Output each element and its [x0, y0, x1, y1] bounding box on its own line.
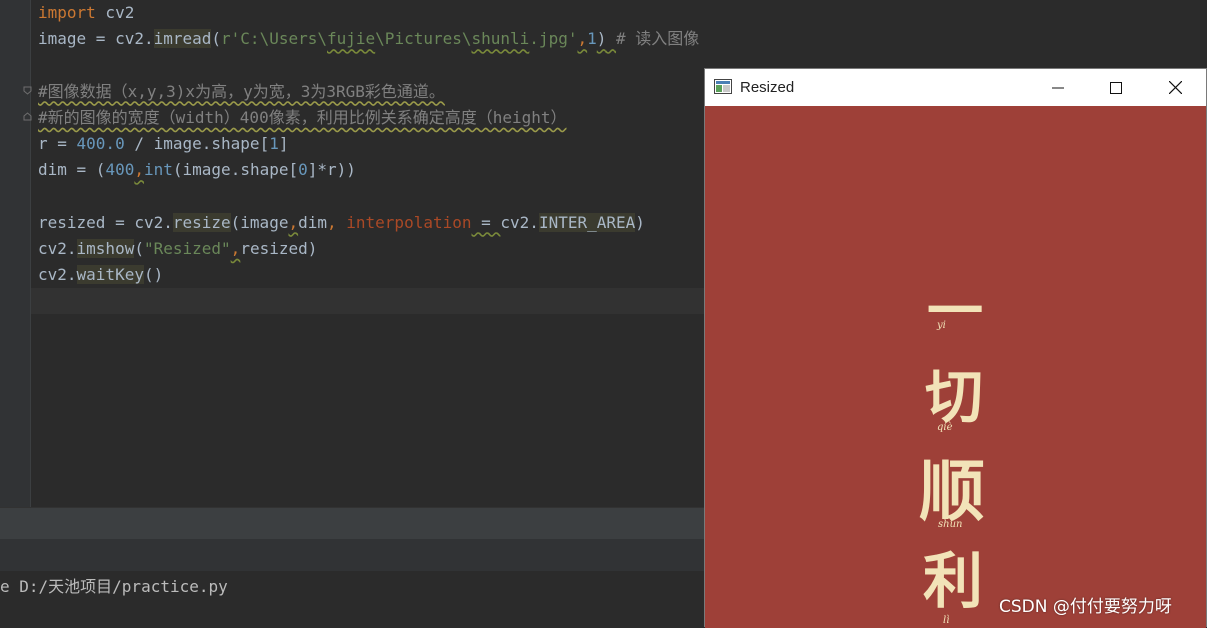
code-line[interactable]: r = 400.0 / image.shape[1]: [38, 131, 288, 157]
code-token: (image: [230, 212, 289, 232]
image-char-shun: 顺: [919, 452, 985, 530]
code-token: waitKey: [76, 265, 144, 284]
resized-window[interactable]: Resized 一 yi 切 qiè 顺 shùn 利 lì: [704, 68, 1207, 628]
code-token: ]: [278, 134, 289, 153]
code-line[interactable]: #图像数据（x,y,3)x为高，y为宽，3为3RGB彩色通道。: [38, 79, 445, 105]
code-line[interactable]: cv2.imshow("Resized",resized): [38, 236, 317, 262]
maximize-icon: [1110, 81, 1122, 94]
csdn-watermark: CSDN @付付要努力呀: [999, 597, 1172, 617]
code-token: r'C:\Users\: [221, 29, 327, 49]
image-pinyin-shun: shùn: [938, 519, 963, 530]
minimize-icon: [1052, 87, 1064, 88]
image-pinyin-li: lì: [943, 615, 950, 626]
window-title: Resized: [740, 79, 795, 96]
image-pinyin-yi: yi: [937, 320, 946, 331]
code-token: / image.shape[: [124, 134, 270, 153]
maximize-button[interactable]: [1087, 69, 1145, 106]
code-token: cv2.: [38, 238, 77, 258]
window-titlebar[interactable]: Resized: [705, 69, 1206, 106]
code-token: dim = (: [38, 160, 106, 180]
code-token: image = cv2.: [38, 29, 154, 49]
fold-marker-icon[interactable]: [23, 86, 32, 95]
code-line[interactable]: import cv2: [38, 0, 134, 26]
code-token: fujie: [327, 29, 376, 49]
code-token: imshow: [76, 238, 135, 258]
code-token: INTER_AREA: [538, 212, 636, 232]
code-line[interactable]: dim = (400,int(image.shape[0]*r)): [38, 157, 356, 183]
displayed-image: 一 yi 切 qiè 顺 shùn 利 lì: [705, 106, 1206, 628]
code-line[interactable]: image = cv2.imread(r'C:\Users\fujie\Pict…: [38, 26, 699, 52]
code-token: ): [635, 212, 645, 232]
window-app-icon: [714, 79, 732, 94]
code-token: ,: [230, 238, 241, 258]
code-token: dim: [298, 212, 327, 232]
code-token: interpolation: [346, 212, 472, 232]
code-token: ,: [134, 160, 144, 180]
code-token: =: [471, 212, 501, 232]
code-token: ,: [577, 29, 588, 49]
code-token: 1: [269, 134, 279, 153]
code-token: #新的图像的宽度（width）400像素，利用比例关系确定高度（height）: [38, 107, 567, 127]
code-token: (: [211, 29, 222, 49]
code-token: ,: [288, 212, 299, 232]
minimize-button[interactable]: [1029, 69, 1087, 106]
code-line[interactable]: cv2.waitKey(): [38, 262, 163, 288]
code-token: resized = cv2.: [38, 212, 173, 232]
code-token: ,: [327, 212, 347, 232]
fold-end-icon[interactable]: [23, 112, 32, 121]
code-token: .jpg': [529, 29, 578, 49]
code-token: cv2: [95, 3, 135, 22]
code-line[interactable]: #新的图像的宽度（width）400像素，利用比例关系确定高度（height）: [38, 105, 567, 131]
code-token: (: [134, 238, 144, 258]
code-token: 400.0: [76, 134, 125, 153]
editor-gutter[interactable]: [0, 0, 32, 507]
code-line[interactable]: resized = cv2.resize(image,dim, interpol…: [38, 210, 645, 236]
code-token: imread: [153, 29, 212, 49]
code-token: 0: [298, 160, 308, 180]
code-token: shunli: [471, 29, 530, 49]
close-button[interactable]: [1146, 69, 1204, 106]
code-token: cv2.: [500, 212, 539, 232]
image-char-yi: 一: [927, 279, 983, 345]
image-char-qie: 切: [925, 363, 984, 431]
code-token: "Resized": [143, 238, 231, 258]
code-token: cv2.: [38, 265, 77, 284]
close-icon: [1168, 81, 1182, 94]
code-token: r =: [38, 134, 77, 153]
code-token: resized): [240, 238, 318, 258]
code-token: 1: [587, 29, 597, 49]
code-token: ): [596, 29, 617, 49]
code-token: # 读入图像: [616, 29, 700, 49]
code-token: import: [38, 3, 96, 22]
image-char-li: 利: [923, 547, 983, 617]
code-token: 400: [105, 160, 135, 180]
code-token: #图像数据（x,y,3)x为高，y为宽，3为3RGB彩色通道。: [38, 81, 445, 101]
current-line-highlight: [31, 288, 707, 314]
code-token: int: [143, 160, 173, 180]
code-token: (): [143, 265, 164, 284]
console-run-command: e D:/天池项目/practice.py: [0, 577, 228, 596]
code-token: ]*r)): [307, 160, 356, 180]
code-token: \Pictures\: [375, 29, 472, 49]
image-pinyin-qie: qiè: [937, 422, 953, 433]
code-token: (image.shape[: [172, 160, 299, 180]
code-token: resize: [172, 212, 231, 232]
